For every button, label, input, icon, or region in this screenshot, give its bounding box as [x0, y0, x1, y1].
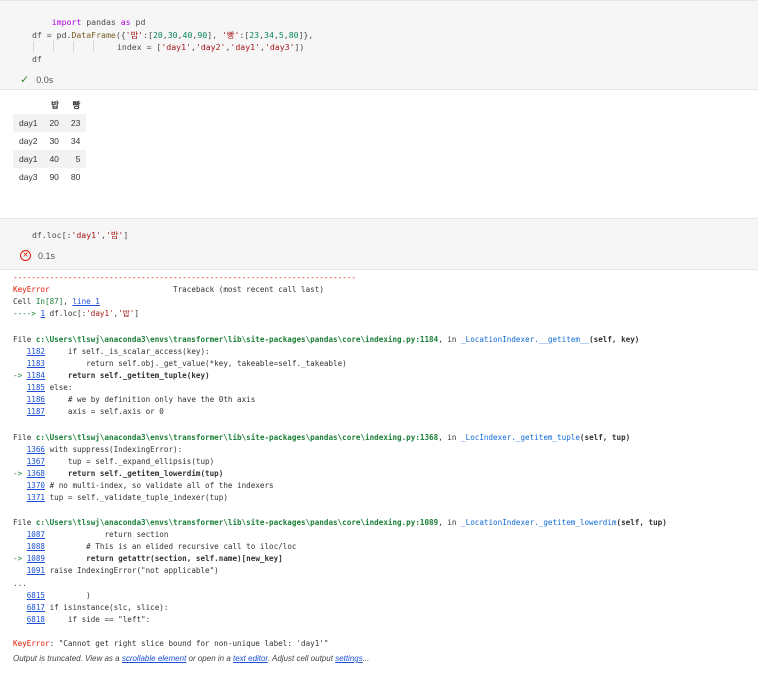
cell-status: ✕ 0.1s: [20, 250, 55, 261]
row-index: day1: [19, 154, 38, 164]
cell-reference: Cell In[87], line 1: [13, 297, 100, 306]
table-cell: 20: [49, 118, 59, 128]
line-number-link[interactable]: 1183: [27, 359, 45, 368]
frame-code-line: 1367 tup = self._expand_ellipsis(tup): [26, 457, 215, 466]
frame-code-line: 1182 if self._is_scalar_access(key):: [26, 347, 210, 356]
table-row: day1 40 5: [13, 150, 87, 168]
code-cell-2[interactable]: df.loc[:'day1','밥'] ✕ 0.1s: [0, 218, 758, 270]
table-row: day3 90 80: [13, 168, 86, 186]
frame-code-line: 6818 if side == "left":: [26, 615, 151, 624]
frame-code-line: -> 1089 return getattr(section, self.nam…: [13, 554, 283, 563]
code-line: df.loc[:'day1','밥']: [32, 230, 129, 240]
table-cell: 30: [49, 136, 59, 146]
output-truncated-note: Output is truncated. View as a scrollabl…: [13, 654, 370, 663]
table-cell: 40: [49, 154, 59, 164]
line-number-link[interactable]: 6817: [27, 603, 45, 612]
error-x-icon: ✕: [20, 250, 31, 261]
execution-time: 0.0s: [36, 74, 54, 85]
line-number-link[interactable]: 1366: [27, 445, 45, 454]
table-cell: 90: [49, 172, 59, 182]
code-cell-1[interactable]: import pandas as pd df = pd.DataFrame({'…: [0, 0, 758, 90]
row-index: day3: [19, 172, 38, 182]
code-line: df: [32, 54, 42, 64]
table-row: day1 20 23: [13, 114, 87, 132]
frame-code-line: -> 1184 return self._getitem_tuple(key): [13, 371, 210, 380]
column-header: 밥: [51, 100, 59, 110]
table-cell: 5: [75, 154, 81, 164]
execution-time: 0.1s: [38, 250, 56, 261]
code-line: index = ['day1','day2','day1','day3']): [117, 42, 305, 52]
cell-status: ✓ 0.0s: [20, 73, 53, 86]
line-number-link[interactable]: 6818: [27, 615, 45, 624]
frame-file-line: File c:\Users\tlswj\anaconda3\envs\trans…: [13, 335, 640, 344]
row-index: day2: [19, 136, 38, 146]
dataframe-table: 밥 빵 day1 20 23 day2 30 34 day1 40 5 day3…: [13, 96, 87, 186]
frame-code-line: 1187 axis = self.axis or 0: [26, 407, 164, 416]
line-number-link[interactable]: 1367: [27, 457, 45, 466]
frame-code-line: 1091 raise IndexingError("not applicable…: [26, 566, 219, 575]
final-error-line: KeyError: "Cannot get right slice bound …: [13, 639, 329, 648]
line-number-link[interactable]: 6815: [27, 591, 45, 600]
line-number-link[interactable]: 1370: [27, 481, 45, 490]
table-cell: 23: [70, 118, 81, 128]
line-number-link[interactable]: 1184: [27, 371, 45, 380]
frame-code-line: 6815 ): [26, 591, 91, 600]
table-cell: 34: [70, 136, 81, 146]
frame-code-line: 1186 # we by definition only have the 0t…: [26, 395, 256, 404]
line-number-link[interactable]: 1087: [27, 530, 45, 539]
frame-code-line: 1087 return section: [26, 530, 169, 539]
row-index: day1: [19, 118, 38, 128]
table-row: day2 30 34: [13, 132, 86, 150]
line-number-link[interactable]: 1187: [27, 407, 45, 416]
line-number-link[interactable]: 1368: [27, 469, 45, 478]
frame-code-line: 1371 tup = self._validate_tuple_indexer(…: [26, 493, 228, 502]
line-number-link[interactable]: 1089: [27, 554, 45, 563]
ellipsis-line: ...: [13, 579, 27, 588]
text-editor-link[interactable]: text editor: [233, 654, 268, 663]
arrow-line: ----> 1 df.loc[:'day1','밥']: [13, 309, 139, 318]
line-number-link[interactable]: 1182: [27, 347, 45, 356]
line-number-link[interactable]: 1091: [27, 566, 45, 575]
frame-file-line: File c:\Users\tlswj\anaconda3\envs\trans…: [13, 518, 667, 527]
frame-code-line: -> 1368 return self._getitem_lowerdim(tu…: [13, 469, 224, 478]
code-line: df = pd.DataFrame({'밥':[20,30,40,90], '빵…: [32, 30, 314, 40]
frame-code-line: 1185 else:: [26, 383, 73, 392]
line-number-link[interactable]: 1186: [27, 395, 45, 404]
traceback-header: KeyError Traceback (most recent call las…: [13, 285, 324, 294]
frame-code-line: 1370 # no multi-index, so validate all o…: [26, 481, 274, 490]
scrollable-element-link[interactable]: scrollable element: [122, 654, 186, 663]
traceback-separator: ----------------------------------------…: [13, 273, 356, 282]
frame-code-line: 1183 return self.obj._get_value(*key, ta…: [26, 359, 347, 368]
frame-code-line: 6817 if isinstance(slc, slice):: [26, 603, 169, 612]
line-number-link[interactable]: 1185: [27, 383, 45, 392]
table-cell: 80: [70, 172, 81, 182]
line-number-link[interactable]: 1371: [27, 493, 45, 502]
settings-link[interactable]: settings: [335, 654, 363, 663]
frame-code-line: 1366 with suppress(IndexingError):: [26, 445, 183, 454]
column-header: 빵: [72, 100, 81, 110]
line-number-link[interactable]: 1088: [27, 542, 45, 551]
frame-code-line: 1088 # This is an elided recursive call …: [26, 542, 297, 551]
success-check-icon: ✓: [20, 74, 30, 86]
frame-file-line: File c:\Users\tlswj\anaconda3\envs\trans…: [13, 433, 631, 442]
